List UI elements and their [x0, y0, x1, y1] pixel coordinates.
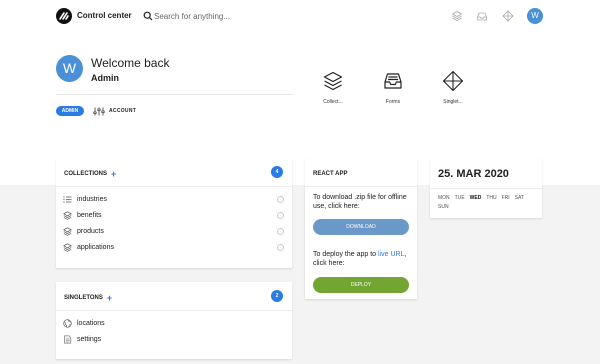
collection-item-label: products: [77, 227, 104, 235]
collection-item-applications[interactable]: applications: [63, 241, 284, 253]
add-collection-icon[interactable]: +: [111, 170, 116, 179]
collection-item-products[interactable]: products: [63, 225, 284, 237]
weekday-fri: FRI: [501, 195, 510, 201]
add-singleton-icon[interactable]: +: [107, 294, 112, 303]
divider: [56, 186, 292, 187]
collection-item-benefits[interactable]: benefits: [63, 209, 284, 221]
divider: [56, 94, 293, 95]
current-date: 25. MAR 2020: [438, 168, 509, 180]
singletons-panel: SINGLETONS + 2 locations settings: [56, 282, 292, 359]
singletons-title: SINGLETONS: [64, 295, 103, 301]
layers-icon: [63, 226, 72, 236]
layers-icon[interactable]: [451, 10, 463, 22]
singleton-item-label: locations: [77, 319, 105, 327]
deploy-instructions: To deploy the app to live URL, click her…: [313, 250, 413, 268]
download-button[interactable]: DOWNLOAD: [313, 219, 409, 235]
deploy-text: To deploy the app to: [313, 251, 378, 258]
quick-link-forms[interactable]: Forms: [373, 70, 413, 105]
account-label: ACCOUNT: [109, 108, 137, 114]
weekday-sun: SUN: [438, 204, 449, 210]
quick-link-label: Collect...: [323, 99, 343, 105]
search-input[interactable]: [154, 9, 354, 23]
sliders-icon: [93, 107, 105, 115]
react-app-title: REACT APP: [313, 171, 348, 177]
profile-avatar: W: [56, 55, 83, 82]
top-bar: Control center W: [0, 0, 600, 33]
divider: [430, 188, 542, 189]
collection-item-label: applications: [77, 243, 114, 251]
weekday-tue: TUE: [454, 195, 465, 201]
live-url-link[interactable]: live URL: [378, 251, 404, 258]
calendar-panel: 25. MAR 2020 MON TUE WED THU FRI SAT SUN: [430, 158, 542, 218]
weekday-sat: SAT: [514, 195, 525, 201]
collections-header: COLLECTIONS +: [64, 170, 116, 179]
user-avatar[interactable]: W: [527, 8, 543, 24]
globe-icon: [63, 318, 72, 328]
quick-link-collections[interactable]: Collect...: [313, 70, 353, 105]
search-icon: [143, 11, 153, 21]
quick-link-label: Singlet...: [443, 99, 463, 105]
inbox-icon: [384, 73, 402, 89]
collection-item-label: benefits: [77, 211, 102, 219]
role-badge: ADMIN: [56, 106, 84, 116]
account-link[interactable]: ACCOUNT: [93, 106, 136, 116]
diamond-icon: [442, 70, 464, 92]
collection-item-label: industries: [77, 195, 107, 203]
inbox-icon[interactable]: [476, 10, 488, 22]
deploy-button[interactable]: DEPLOY: [313, 277, 409, 293]
collection-item-industries[interactable]: industries: [63, 193, 284, 205]
weekday-wed: WED: [469, 195, 482, 201]
username: Admin: [91, 73, 119, 83]
react-app-header: REACT APP: [313, 171, 347, 177]
diamond-icon[interactable]: [502, 10, 514, 22]
divider: [56, 310, 292, 311]
singleton-item-settings[interactable]: settings: [63, 333, 284, 345]
layers-icon: [63, 210, 72, 220]
weekday-mon: MON: [438, 195, 450, 201]
document-icon: [64, 334, 72, 344]
welcome-heading: Welcome back: [91, 56, 170, 70]
download-instructions: To download .zip file for offline use, c…: [313, 194, 407, 210]
chevron-right-icon[interactable]: [277, 227, 284, 235]
quick-link-singletons[interactable]: Singlet...: [433, 70, 473, 105]
singleton-item-label: settings: [77, 335, 102, 343]
list-icon: [63, 195, 72, 203]
singleton-item-locations[interactable]: locations: [63, 317, 284, 329]
app-title[interactable]: Control center: [77, 11, 132, 20]
singletons-count-badge: 2: [271, 290, 283, 302]
chevron-right-icon[interactable]: [277, 195, 284, 203]
react-app-panel: REACT APP To download .zip file for offl…: [305, 158, 417, 299]
app-logo-icon[interactable]: [56, 8, 72, 24]
collections-panel: COLLECTIONS + 4 industries benefits prod…: [56, 158, 292, 268]
layers-icon: [323, 71, 343, 91]
chevron-right-icon[interactable]: [277, 211, 284, 219]
collections-count-badge: 4: [271, 166, 283, 178]
singletons-header: SINGLETONS +: [64, 294, 112, 303]
divider: [305, 186, 417, 187]
weekday-list: MON TUE WED THU FRI SAT SUN: [438, 194, 534, 212]
collections-title: COLLECTIONS: [64, 171, 107, 177]
quick-link-label: Forms: [385, 99, 401, 105]
layers-icon: [63, 242, 72, 252]
weekday-thu: THU: [486, 195, 497, 201]
chevron-right-icon[interactable]: [277, 243, 284, 251]
